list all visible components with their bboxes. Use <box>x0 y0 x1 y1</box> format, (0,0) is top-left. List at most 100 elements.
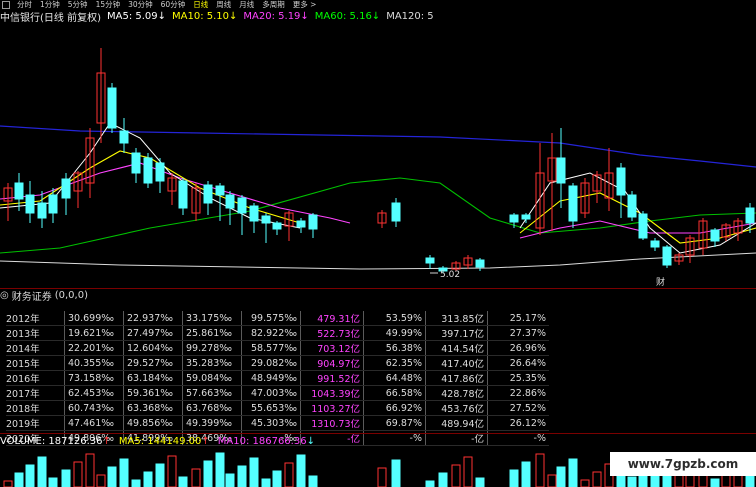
fin-cell: 1103.27亿 <box>300 400 364 416</box>
volume-bar <box>107 466 117 487</box>
candle-body <box>308 214 318 230</box>
candle-body <box>616 167 626 196</box>
fin-cell: 19.621‰ <box>64 325 124 341</box>
candle-body <box>61 178 71 199</box>
fin-cell: 25.35% <box>487 370 549 386</box>
candle-body <box>155 162 165 182</box>
volume-bar <box>14 472 24 487</box>
fin-cell: 414.54亿 <box>425 340 488 356</box>
fin-cell: 30.699‰ <box>64 311 124 326</box>
fin-cell: 35.283‰ <box>182 355 242 371</box>
volume-bar <box>143 471 153 487</box>
fin-cell: 63.184‰ <box>123 370 183 386</box>
fin-row: 2019年 47.461‰ 49.856‰ 49.399‰ 45.303‰ 1310.73… <box>6 415 549 431</box>
volume-bar <box>284 462 294 487</box>
chart-title: 中信银行(日线 前复权) <box>0 12 101 24</box>
candle-body <box>272 222 282 230</box>
fin-cell: 27.497‰ <box>123 325 183 341</box>
ma10-line <box>519 192 756 244</box>
candle-body <box>745 207 755 224</box>
volume-bar <box>580 479 590 487</box>
watermark: www.7gpzb.com <box>610 452 756 476</box>
fin-year: 2013年 <box>6 325 65 341</box>
candle-body <box>296 220 306 228</box>
volume-bar <box>463 456 473 487</box>
volume-bar <box>391 459 401 487</box>
fin-cell: 904.97亿 <box>300 355 364 371</box>
fin-cell: 66.92% <box>363 400 426 416</box>
fin-cell: 1310.73亿 <box>300 415 364 431</box>
fin-row: 2013年 19.621‰ 27.497‰ 25.861‰ 82.922‰ 522.73亿… <box>6 325 549 341</box>
window-icon[interactable] <box>2 0 10 9</box>
volume-bar <box>475 477 485 487</box>
volume-bar <box>261 478 271 487</box>
fin-cell: 489.94亿 <box>425 415 488 431</box>
fin-cell: 99.575‰ <box>241 311 301 326</box>
financial-table: 2012年 30.699‰ 22.937‰ 33.175‰ 99.575‰ 479.31亿… <box>6 311 549 446</box>
annotations: 5.02 财 <box>430 270 665 288</box>
volume-legend-item: MA5: 144149.00↑ <box>118 435 210 447</box>
volume-bar <box>119 458 129 487</box>
volume-legend: VOLUME: 187126.36↑ MA5: 144149.00↑ MA10: 1… <box>0 434 315 448</box>
candle-body <box>37 202 47 219</box>
fin-cell: 48.949‰ <box>241 370 301 386</box>
fin-row: 2012年 30.699‰ 22.937‰ 33.175‰ 99.575‰ 479.31亿… <box>6 311 549 326</box>
fin-cell: 27.52% <box>487 400 549 416</box>
volume-bar <box>568 458 578 487</box>
volume-bar <box>237 465 247 487</box>
fin-cell: 25.17% <box>487 311 549 326</box>
fin-cell: 29.527‰ <box>123 355 183 371</box>
candle-body <box>25 194 35 214</box>
fin-year: 2019年 <box>6 415 65 431</box>
fin-cell: 59.361‰ <box>123 385 183 401</box>
candle-body <box>650 240 660 248</box>
fin-cell: 59.084‰ <box>182 370 242 386</box>
candles <box>3 48 755 273</box>
fin-cell: 53.59% <box>363 311 426 326</box>
ma-legend-item: MA120: 5 <box>386 10 434 22</box>
volume-legend-item: VOLUME: 187126.36↑ <box>0 435 111 447</box>
volume-bar <box>249 457 259 487</box>
candle-body <box>521 214 531 220</box>
fin-cell: 522.73亿 <box>300 325 364 341</box>
candle-body <box>14 182 24 200</box>
volume-bar <box>96 474 106 487</box>
fin-cell: 57.663‰ <box>182 385 242 401</box>
ma5-line <box>519 172 756 254</box>
fin-year: 2017年 <box>6 385 65 401</box>
low-price-label: 5.02 <box>440 270 460 280</box>
candle-body <box>509 214 519 223</box>
period-toolbar: 分时 1分钟 5分钟 15分钟 30分钟 60分钟 日线 周线 月线 多周期 更… <box>0 0 756 9</box>
fin-cell: 40.355‰ <box>64 355 124 371</box>
fin-cell: 1043.39亿 <box>300 385 364 401</box>
candle-body <box>475 259 485 268</box>
candle-body <box>568 185 578 222</box>
fin-row: 2017年 62.453‰ 59.361‰ 57.663‰ 47.003‰ 1043.39… <box>6 385 549 401</box>
fin-year: 2012年 <box>6 311 65 326</box>
ma-legend: MA5: 5.09↓ MA10: 5.10↓ MA20: 5.19↓ MA60: 5.… <box>107 11 440 22</box>
ma-legend-item: MA5: 5.09↓ <box>106 10 167 22</box>
candlestick-chart[interactable]: 5.02 财 <box>0 23 756 289</box>
fin-cell: 64.48% <box>363 370 426 386</box>
candle-body <box>203 184 213 204</box>
fin-year: 2016年 <box>6 370 65 386</box>
candle-body <box>237 197 247 214</box>
ma-legend-item: MA10: 5.10↓ <box>172 10 238 22</box>
fin-cell: 56.38% <box>363 340 426 356</box>
financial-panel-header: ◎ 财务证券 (0,0,0) <box>0 289 88 303</box>
fin-row: 2016年 73.158‰ 63.184‰ 59.084‰ 48.949‰ 991.52亿… <box>6 370 549 386</box>
candle-body <box>178 180 188 209</box>
candle-body <box>131 152 141 174</box>
volume-bar <box>131 479 141 487</box>
fin-cell: 47.003‰ <box>241 385 301 401</box>
candle-body <box>710 229 720 242</box>
panel-settings-icon[interactable]: ◎ <box>0 290 9 301</box>
volume-legend-item: MA10: 186766.36↓ <box>217 435 315 447</box>
fin-cell: 428.78亿 <box>425 385 488 401</box>
fin-cell: 60.743‰ <box>64 400 124 416</box>
fin-cell: 703.12亿 <box>300 340 364 356</box>
volume-bar <box>37 456 47 487</box>
volume-bar <box>535 453 545 487</box>
fin-cell: 45.303‰ <box>241 415 301 431</box>
volume-bar <box>225 473 235 487</box>
